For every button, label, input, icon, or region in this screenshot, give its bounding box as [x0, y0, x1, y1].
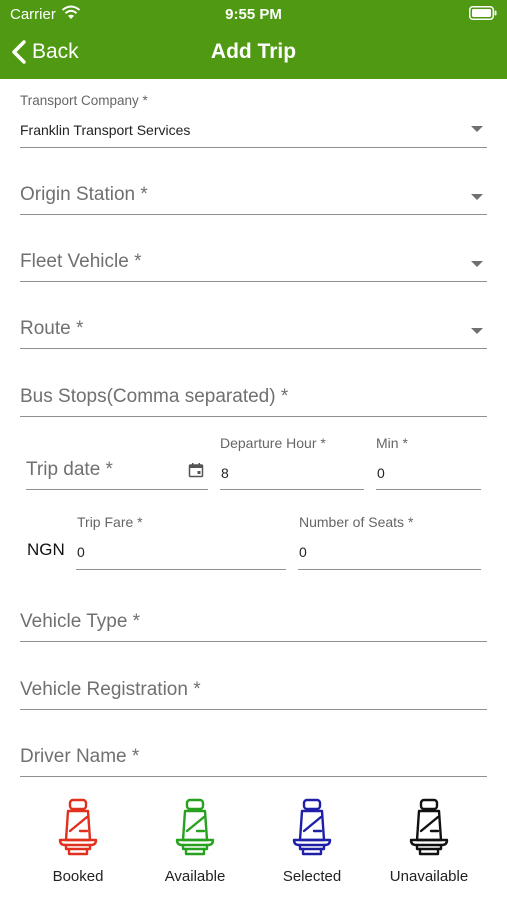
header-bar: Carrier 9:55 PM Back Add Trip [0, 0, 507, 79]
driver-name-placeholder: Driver Name * [20, 746, 140, 767]
fleet-vehicle-select[interactable]: Fleet Vehicle * [20, 237, 487, 282]
legend-booked: Booked [33, 798, 123, 885]
trip-fare-label: Trip Fare * [77, 514, 143, 530]
minute-label: Min * [376, 435, 408, 451]
seat-icon [292, 798, 332, 856]
dropdown-caret-icon [471, 328, 483, 334]
departure-hour-label: Departure Hour * [220, 435, 326, 451]
number-of-seats-label: Number of Seats * [299, 514, 414, 530]
seat-icon [409, 798, 449, 856]
legend-selected: Selected [267, 798, 357, 885]
departure-hour-value: 8 [221, 465, 229, 481]
legend-booked-label: Booked [52, 868, 104, 885]
number-of-seats-input[interactable]: Number of Seats * 0 [298, 510, 481, 570]
vehicle-registration-input[interactable]: Vehicle Registration * [20, 665, 487, 710]
fleet-vehicle-placeholder: Fleet Vehicle * [20, 251, 142, 272]
trip-date-input[interactable]: Trip date * [26, 445, 208, 490]
legend-unavailable: Unavailable [384, 798, 474, 885]
dropdown-caret-icon [471, 126, 483, 132]
currency-label: NGN [27, 540, 65, 559]
transport-company-value: Franklin Transport Services [20, 122, 191, 138]
route-select[interactable]: Route * [20, 304, 487, 349]
status-bar: Carrier 9:55 PM [0, 0, 507, 28]
vehicle-registration-placeholder: Vehicle Registration * [20, 679, 201, 700]
legend-unavailable-label: Unavailable [389, 868, 469, 885]
trip-fare-input[interactable]: Trip Fare * 0 [76, 510, 286, 570]
seat-icon [58, 798, 98, 856]
departure-hour-input[interactable]: Departure Hour * 8 [220, 430, 364, 490]
vehicle-type-input[interactable]: Vehicle Type * [20, 597, 487, 642]
bus-stops-placeholder: Bus Stops(Comma separated) * [20, 386, 289, 407]
legend-available: Available [150, 798, 240, 885]
dropdown-caret-icon [471, 261, 483, 267]
route-placeholder: Route * [20, 318, 84, 339]
dropdown-caret-icon [471, 194, 483, 200]
transport-company-label: Transport Company * [20, 93, 148, 108]
number-of-seats-value: 0 [299, 544, 307, 560]
trip-fare-value: 0 [77, 544, 85, 560]
legend-selected-label: Selected [282, 868, 342, 885]
origin-station-select[interactable]: Origin Station * [20, 170, 487, 215]
seat-icon [175, 798, 215, 856]
trip-date-placeholder: Trip date * [26, 459, 113, 480]
page-title: Add Trip [210, 40, 297, 63]
status-time: 9:55 PM [225, 6, 282, 23]
minute-input[interactable]: Min * 0 [376, 430, 481, 490]
transport-company-select[interactable]: Transport Company * Franklin Transport S… [20, 88, 487, 148]
minute-value: 0 [377, 465, 385, 481]
battery-icon [469, 6, 497, 20]
vehicle-type-placeholder: Vehicle Type * [20, 611, 141, 632]
calendar-icon[interactable] [188, 462, 204, 478]
origin-station-placeholder: Origin Station * [20, 184, 148, 205]
driver-name-input[interactable]: Driver Name * [20, 732, 487, 777]
bus-stops-input[interactable]: Bus Stops(Comma separated) * [20, 372, 487, 417]
legend-available-label: Available [164, 868, 226, 885]
